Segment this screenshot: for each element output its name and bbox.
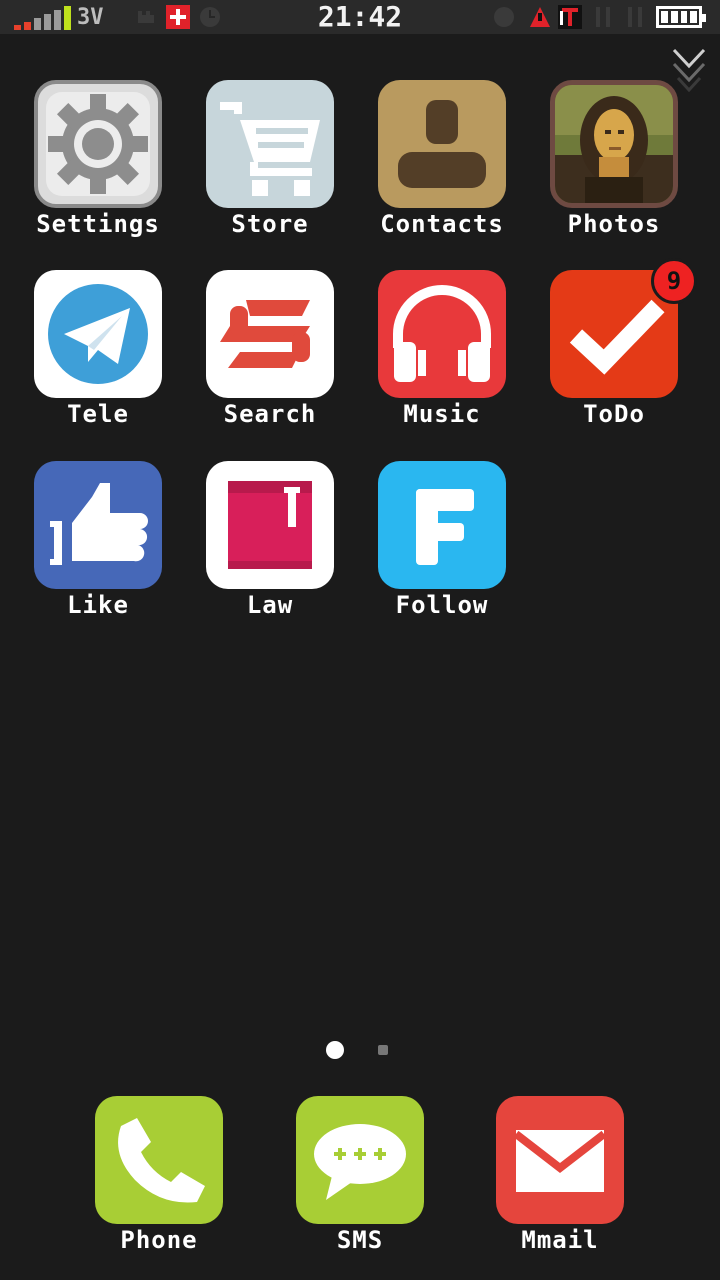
notification-badge: 9 bbox=[651, 258, 697, 304]
app-law[interactable]: Law bbox=[185, 461, 355, 641]
phone-handset-icon bbox=[118, 1118, 205, 1203]
app-todo[interactable]: 9 ToDo bbox=[529, 258, 699, 450]
wifi-bars-icon bbox=[596, 7, 610, 27]
contacts-tile bbox=[378, 80, 506, 208]
swiss-flag-icon bbox=[166, 5, 190, 29]
gps-icon bbox=[494, 7, 514, 27]
dock-app-phone[interactable]: Phone bbox=[74, 1096, 244, 1266]
law-book-icon bbox=[228, 481, 312, 569]
app-contacts[interactable]: Contacts bbox=[357, 80, 527, 260]
page-dot[interactable] bbox=[378, 1045, 388, 1055]
music-tile bbox=[378, 270, 506, 398]
photos-tile bbox=[550, 80, 678, 208]
follow-f-icon bbox=[416, 489, 474, 565]
app-label: Phone bbox=[120, 1226, 198, 1254]
warning-person-icon bbox=[530, 7, 550, 27]
app-label: Law bbox=[246, 591, 294, 619]
app-label: ToDo bbox=[583, 400, 645, 428]
app-label: SMS bbox=[336, 1226, 384, 1254]
shopping-cart-icon bbox=[220, 102, 320, 196]
phone-tile bbox=[95, 1096, 223, 1224]
app-label: Mmail bbox=[521, 1226, 599, 1254]
alarm-clock-icon bbox=[200, 7, 220, 27]
search-tile bbox=[206, 270, 334, 398]
follow-tile bbox=[378, 461, 506, 589]
app-label: Photos bbox=[567, 210, 661, 238]
app-photos[interactable]: Photos bbox=[529, 80, 699, 260]
page-indicator bbox=[0, 1038, 720, 1062]
mmail-tile bbox=[496, 1096, 624, 1224]
data-bars-icon bbox=[628, 7, 642, 27]
search-s-logo-icon bbox=[220, 300, 310, 368]
mona-lisa-photo-icon bbox=[555, 85, 673, 203]
settings-tile bbox=[34, 80, 162, 208]
like-tile bbox=[34, 461, 162, 589]
settings-gear-icon bbox=[46, 92, 150, 196]
contact-person-icon bbox=[398, 100, 486, 188]
thumbs-up-icon bbox=[50, 483, 148, 565]
app-label: Tele bbox=[67, 400, 129, 428]
tele-tile bbox=[34, 270, 162, 398]
signal-strength-icon bbox=[14, 6, 71, 30]
app-store[interactable]: Store bbox=[185, 80, 355, 260]
dock-app-sms[interactable]: SMS bbox=[275, 1096, 445, 1266]
app-label: Search bbox=[223, 400, 317, 428]
app-label: Like bbox=[67, 591, 129, 619]
t-notification-icon bbox=[558, 5, 582, 29]
app-label: Store bbox=[231, 210, 309, 238]
app-label: Music bbox=[403, 400, 481, 428]
app-label: Settings bbox=[36, 210, 160, 238]
battery-icon bbox=[656, 6, 706, 28]
app-label: Contacts bbox=[380, 210, 504, 238]
network-type-label: 3V bbox=[77, 5, 104, 30]
game-controller-icon bbox=[138, 11, 154, 23]
mail-envelope-icon bbox=[513, 1130, 607, 1192]
app-music[interactable]: Music bbox=[357, 270, 527, 450]
status-clock: 21:42 bbox=[317, 0, 403, 33]
app-label: Follow bbox=[395, 591, 489, 619]
signal-area: 3V bbox=[14, 4, 104, 30]
app-search[interactable]: Search bbox=[185, 270, 355, 450]
app-tele[interactable]: Tele bbox=[13, 270, 183, 450]
headphones-icon bbox=[393, 285, 491, 382]
telegram-plane-icon bbox=[48, 284, 148, 384]
law-tile bbox=[206, 461, 334, 589]
status-bar: 3V 21:42 bbox=[0, 0, 720, 34]
dock-app-mmail[interactable]: Mmail bbox=[475, 1096, 645, 1266]
app-like[interactable]: Like bbox=[13, 461, 183, 641]
store-tile bbox=[206, 80, 334, 208]
app-follow[interactable]: Follow bbox=[357, 461, 527, 641]
app-settings[interactable]: Settings bbox=[13, 80, 183, 260]
sms-bubble-icon bbox=[314, 1124, 406, 1200]
page-dot-active[interactable] bbox=[326, 1041, 344, 1059]
sms-tile bbox=[296, 1096, 424, 1224]
